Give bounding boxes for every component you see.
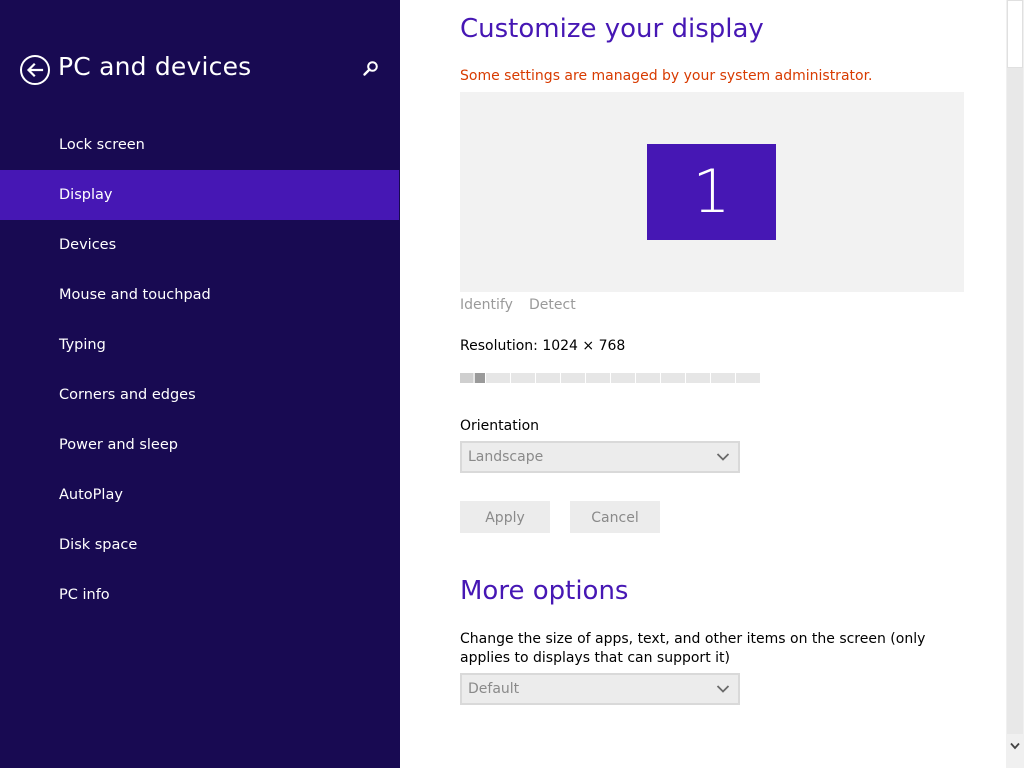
size-value: Default	[468, 681, 520, 697]
page-title: Customize your display	[460, 14, 764, 44]
slider-tick	[685, 373, 686, 383]
sidebar-item-disk-space[interactable]: Disk space	[0, 520, 400, 570]
search-button[interactable]	[362, 60, 380, 78]
slider-tick	[710, 373, 711, 383]
cancel-button[interactable]: Cancel	[570, 501, 660, 533]
chevron-down-icon	[716, 685, 730, 693]
more-options-title: More options	[460, 576, 629, 606]
sidebar-item-pc-info[interactable]: PC info	[0, 570, 400, 620]
slider-tick	[660, 373, 661, 383]
scrollbar-track[interactable]	[1007, 68, 1023, 734]
monitor-tile[interactable]: 1	[647, 144, 776, 240]
sidebar-header: PC and devices	[20, 52, 390, 88]
orientation-label: Orientation	[460, 418, 540, 434]
slider-tick	[560, 373, 561, 383]
orientation-select[interactable]: Landscape	[460, 441, 740, 473]
resolution-slider-fill	[460, 373, 473, 383]
vertical-scrollbar[interactable]	[1006, 0, 1024, 768]
slider-tick	[485, 373, 486, 383]
slider-tick	[635, 373, 636, 383]
identify-link[interactable]: Identify	[460, 297, 513, 313]
sidebar: PC and devices Lock screen Display Devices…	[0, 0, 400, 768]
sidebar-item-lock-screen[interactable]: Lock screen	[0, 120, 400, 170]
sidebar-title: PC and devices	[58, 52, 252, 81]
slider-tick	[585, 373, 586, 383]
sidebar-item-autoplay[interactable]: AutoPlay	[0, 470, 400, 520]
sidebar-item-corners-and-edges[interactable]: Corners and edges	[0, 370, 400, 420]
main-content: Customize your display Some settings are…	[400, 0, 1006, 768]
slider-tick	[535, 373, 536, 383]
detect-link[interactable]: Detect	[529, 297, 576, 313]
sidebar-item-power-and-sleep[interactable]: Power and sleep	[0, 420, 400, 470]
apply-button[interactable]: Apply	[460, 501, 550, 533]
slider-tick	[510, 373, 511, 383]
orientation-value: Landscape	[468, 449, 544, 465]
sidebar-item-devices[interactable]: Devices	[0, 220, 400, 270]
sidebar-item-display[interactable]: Display	[0, 170, 399, 220]
chevron-down-icon	[716, 453, 730, 461]
back-button[interactable]	[20, 55, 50, 85]
sidebar-nav: Lock screen Display Devices Mouse and touch…	[0, 120, 400, 620]
slider-tick	[735, 373, 736, 383]
admin-warning: Some settings are managed by your system…	[460, 68, 873, 84]
size-description: Change the size of apps, text, and other…	[460, 631, 926, 666]
size-select[interactable]: Default	[460, 673, 740, 705]
display-arrangement-area: 1	[460, 92, 964, 292]
sidebar-item-mouse-and-touchpad[interactable]: Mouse and touchpad	[0, 270, 400, 320]
scrollbar-thumb[interactable]	[1007, 0, 1023, 68]
slider-tick	[610, 373, 611, 383]
resolution-label: Resolution: 1024 × 768	[460, 338, 626, 354]
resolution-slider[interactable]	[460, 373, 760, 383]
scroll-down-arrow-icon[interactable]	[1009, 740, 1021, 752]
back-arrow-icon	[26, 62, 44, 78]
search-icon	[363, 61, 378, 76]
sidebar-item-typing[interactable]: Typing	[0, 320, 400, 370]
